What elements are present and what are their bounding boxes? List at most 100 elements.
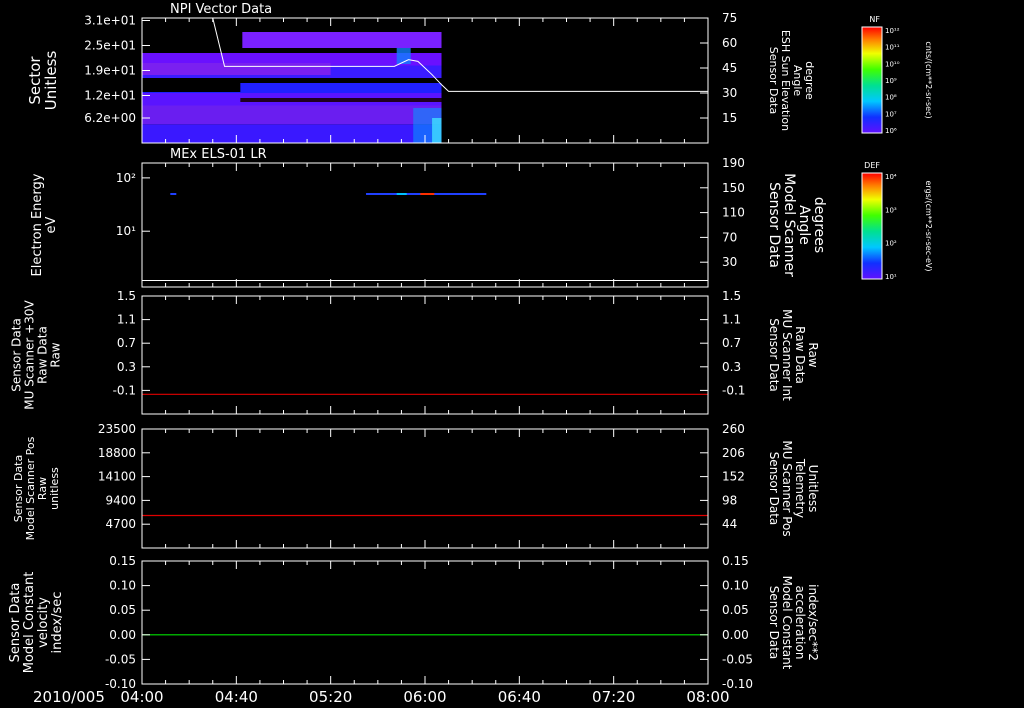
mu-pos-ytick-label-left: 9400 bbox=[105, 493, 136, 507]
els-ylabel-right: Angle bbox=[796, 205, 812, 245]
time-tick-label: 08:00 bbox=[686, 688, 729, 706]
npi-heat-gap-1 bbox=[142, 80, 241, 92]
mu-int-ytick-label-left: 0.3 bbox=[117, 360, 136, 374]
constant-ylabel-right: index/sec**2 bbox=[806, 584, 820, 661]
npi-colorbar-tick: 10⁶ bbox=[885, 127, 897, 135]
els-ylabel-right: Model Scanner bbox=[781, 173, 797, 277]
npi-ylabel-right: Angle bbox=[791, 65, 804, 97]
npi-colorbar-tick: 10¹² bbox=[885, 27, 900, 35]
els-colorbar-tick: 10¹ bbox=[885, 273, 897, 281]
constant-ytick-label-left: 0.00 bbox=[109, 628, 136, 642]
time-tick-label: 04:40 bbox=[215, 688, 258, 706]
constant-ytick-label-right: 0.05 bbox=[722, 603, 749, 617]
els-trace-mid bbox=[396, 193, 407, 195]
mu-pos-ytick-label-right: 98 bbox=[722, 493, 737, 507]
mu-pos-ylabel-right: MU Scanner Pos bbox=[780, 440, 794, 536]
npi-heat-gap-2 bbox=[240, 98, 442, 102]
npi-heat-burst-core bbox=[432, 118, 442, 143]
npi-heat-mid bbox=[142, 63, 331, 75]
time-tick-label: 06:00 bbox=[403, 688, 446, 706]
mu-int-ylabel-right: MU Scanner Int bbox=[780, 309, 794, 401]
npi-ytick-label-left: 1.9e+01 bbox=[84, 64, 136, 78]
mu-int-ytick-label-left: 1.5 bbox=[117, 289, 136, 303]
npi-colorbar-tick: 10¹⁰ bbox=[885, 60, 900, 68]
npi-colorbar-tick: 10⁸ bbox=[885, 94, 897, 102]
npi-heat-band-1 bbox=[142, 105, 442, 125]
mu-int-ytick-label-left: 0.7 bbox=[117, 336, 136, 350]
npi-heat-band-0 bbox=[142, 124, 442, 143]
els-colorbar-units: ergs/(cm**2-sr-sec-eV) bbox=[924, 180, 933, 271]
els-trace-peak bbox=[420, 193, 435, 195]
mu-pos-ytick-label-right: 260 bbox=[722, 422, 745, 436]
els-ytick-label-right: 70 bbox=[722, 230, 737, 244]
npi-ytick-label-left: 6.2e+00 bbox=[84, 111, 136, 125]
time-tick-label: 05:20 bbox=[309, 688, 352, 706]
els-ytick-label-right: 150 bbox=[722, 181, 745, 195]
npi-ytick-label-left: 3.1e+01 bbox=[84, 14, 136, 28]
constant-ytick-label-left: 0.05 bbox=[109, 603, 136, 617]
constant-ytick-label-left: -0.05 bbox=[105, 652, 136, 666]
mu-int-ytick-label-right: 0.3 bbox=[722, 360, 741, 374]
constant-ytick-label-right: 0.10 bbox=[722, 579, 749, 593]
mu-int-ytick-label-right: -0.1 bbox=[722, 383, 745, 397]
constant-ylabel-left: index/sec bbox=[50, 592, 65, 654]
els-colorbar-tick: 10² bbox=[885, 240, 897, 248]
els-colorbar bbox=[861, 172, 883, 280]
npi-ytick-label-right: 75 bbox=[722, 11, 737, 25]
constant-ylabel-right: Model Constant bbox=[780, 576, 794, 670]
constant-ylabel-right: Sensor Data bbox=[767, 586, 781, 660]
mu-int-ytick-label-right: 1.1 bbox=[722, 313, 741, 327]
npi-title: NPI Vector Data bbox=[170, 2, 272, 17]
mu-pos-frame bbox=[141, 428, 709, 549]
mu-pos-ytick-label-right: 44 bbox=[722, 517, 737, 531]
mu-pos-ytick-label-left: 18800 bbox=[98, 446, 136, 460]
constant-ytick-label-right: 0.15 bbox=[722, 554, 749, 568]
time-tick-label: 07:20 bbox=[592, 688, 635, 706]
mu-pos-ylabel-right: Telemetry bbox=[793, 458, 807, 518]
npi-ylabel-right: ESH Sun Elevation bbox=[779, 30, 792, 131]
npi-ylabel-right: degree bbox=[803, 61, 816, 100]
mu-pos-ytick-label-right: 206 bbox=[722, 446, 745, 460]
mu-int-ylabel-right: Raw Data bbox=[793, 326, 807, 384]
els-colorbar-label: DEF bbox=[864, 161, 880, 170]
npi-ytick-label-left: 2.5e+01 bbox=[84, 39, 136, 53]
els-ylabel-left: Electron Energy bbox=[30, 173, 45, 276]
mu-pos-ylabel-right: Sensor Data bbox=[767, 452, 781, 526]
npi-ylabel-right: Sensor Data bbox=[767, 47, 780, 114]
mu-int-ytick-label-left: 1.1 bbox=[117, 313, 136, 327]
mu-int-frame bbox=[141, 295, 709, 415]
els-colorbar-tick: 10³ bbox=[885, 206, 897, 214]
mu-pos-ylabel-right: Unitless bbox=[806, 465, 820, 513]
constant-ytick-label-left: 0.15 bbox=[109, 554, 136, 568]
constant-frame bbox=[141, 560, 709, 685]
mu-pos-ytick-label-left: 14100 bbox=[98, 470, 136, 484]
constant-ytick-label-right: 0.00 bbox=[722, 628, 749, 642]
tplot-figure: 3.1e+01 2.5e+01 1.9e+01 1.2e+01 6.2e+00 75 60 4… bbox=[8, 2, 933, 706]
npi-colorbar-tick: 10⁷ bbox=[885, 110, 897, 118]
els-ylabel-left: eV bbox=[44, 216, 59, 233]
els-trace-early bbox=[170, 193, 177, 195]
npi-ylabel-left: Unitless bbox=[42, 51, 60, 111]
mu-int-ylabel-right: Raw bbox=[806, 342, 820, 367]
els-ytick-label-right: 110 bbox=[722, 206, 745, 220]
mu-int-ylabel-left: Raw Data bbox=[36, 326, 50, 384]
constant-ylabel-left: Model Constant bbox=[22, 572, 37, 674]
npi-colorbar-label: NF bbox=[869, 15, 880, 24]
date-label: 2010/005 bbox=[33, 688, 105, 706]
els-ylabel-right: Sensor Data bbox=[766, 182, 782, 268]
npi-ytick-label-left: 1.2e+01 bbox=[84, 89, 136, 103]
els-title: MEx ELS-01 LR bbox=[170, 147, 267, 162]
npi-ytick-label-right: 45 bbox=[722, 61, 737, 75]
mu-pos-ytick-label-right: 152 bbox=[722, 470, 745, 484]
mu-pos-ylabel-left: unitless bbox=[48, 467, 61, 510]
constant-ylabel-right: acceleration bbox=[793, 586, 807, 660]
mu-int-ytick-label-left: -0.1 bbox=[113, 383, 136, 397]
els-ytick-label-right: 190 bbox=[722, 156, 745, 170]
npi-colorbar bbox=[861, 26, 883, 134]
els-ytick-label-left: 10² bbox=[116, 171, 136, 185]
mu-int-ylabel-right: Sensor Data bbox=[767, 318, 781, 392]
npi-heat-upper bbox=[242, 32, 442, 48]
mu-pos-ytick-label-left: 23500 bbox=[98, 422, 136, 436]
els-ylabel-right: degrees bbox=[811, 197, 827, 253]
els-frame bbox=[141, 162, 709, 288]
